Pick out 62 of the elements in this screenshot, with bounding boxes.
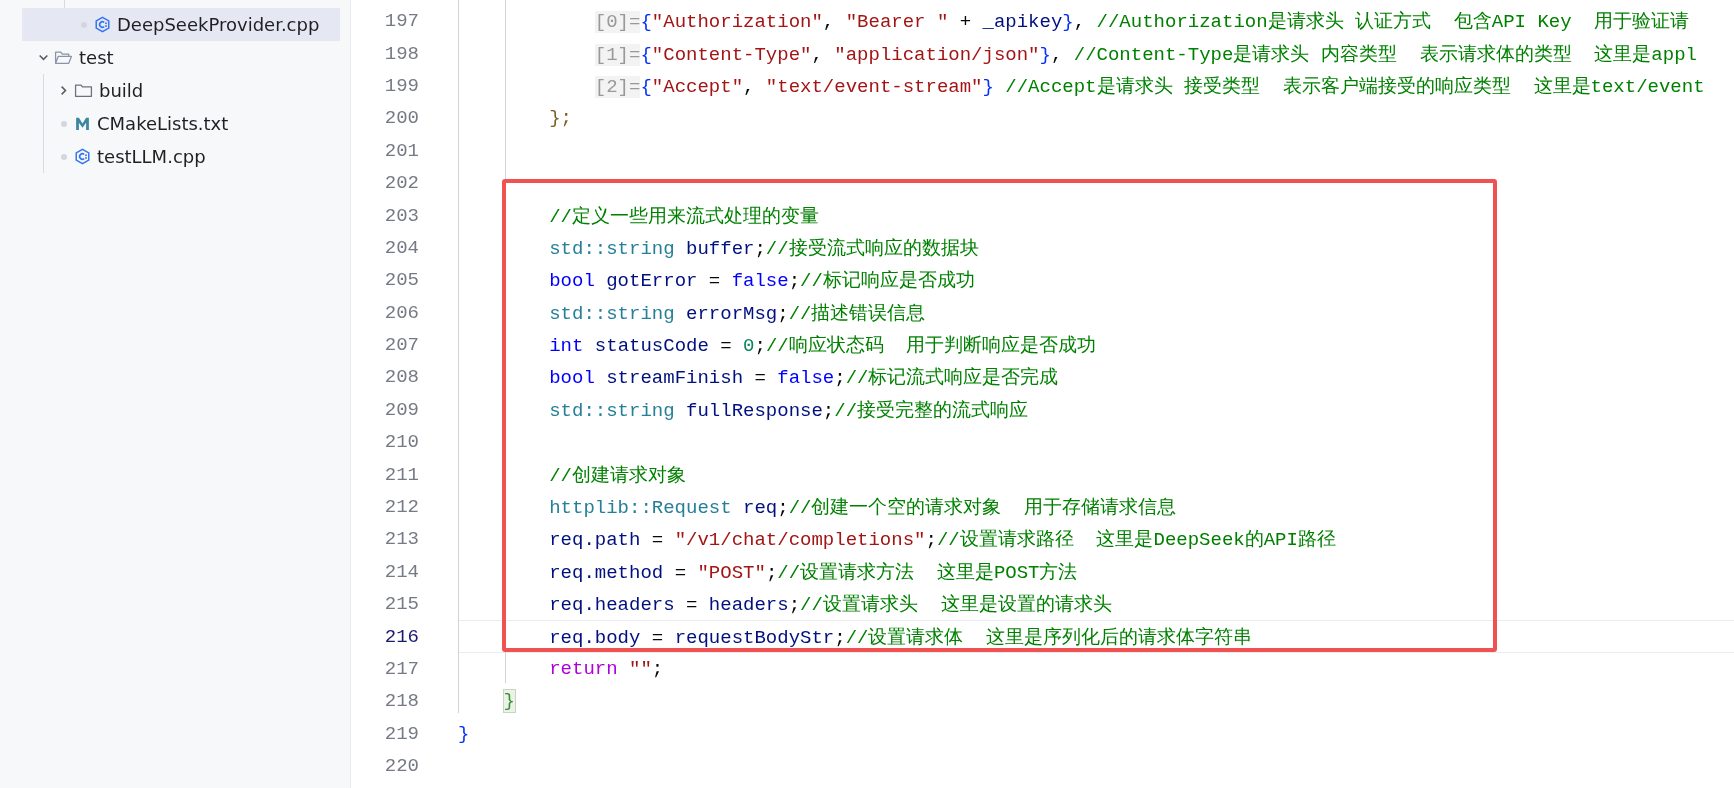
folder-icon: [74, 82, 93, 99]
line-number: 200: [383, 107, 419, 130]
code-line: bool gotError = false;//标记响应是否成功: [549, 269, 975, 294]
code-line: [1]={"Content-Type", "application/json"}, //Content-Type是请求头 内容类型 表示请求体的类型 这里是appl: [594, 42, 1697, 67]
line-number: 203: [383, 204, 419, 227]
line-number: 212: [383, 496, 419, 519]
line-number: 213: [383, 528, 419, 551]
open-folder-icon: [54, 49, 73, 66]
line-number: 205: [383, 269, 419, 292]
line-number: 219: [383, 722, 419, 745]
code-line: int statusCode = 0;//响应状态码 用于判断响应是否成功: [549, 334, 1097, 359]
line-number: 209: [383, 398, 419, 421]
file-name: testLLM.cpp: [97, 146, 206, 167]
line-number: 211: [383, 463, 419, 486]
line-number: 201: [383, 139, 419, 162]
file-tree-item[interactable]: build: [22, 74, 340, 107]
line-number: 215: [383, 593, 419, 616]
line-number: 197: [383, 10, 419, 33]
code-line: std::string errorMsg;//描述错误信息: [549, 301, 926, 326]
file-tree-item[interactable]: testLLM.cpp: [22, 140, 340, 173]
dot-icon: [60, 120, 67, 127]
code-line: }: [458, 722, 470, 745]
chevron-down-icon[interactable]: [38, 52, 49, 63]
cpp-file-icon: [94, 16, 111, 33]
line-number: 208: [383, 366, 419, 389]
line-number: 198: [383, 42, 419, 65]
line-number: 220: [383, 755, 419, 778]
file-name: build: [99, 80, 144, 101]
chevron-right-icon[interactable]: [58, 85, 69, 96]
file-tree-item[interactable]: DeepSeekProvider.cpp: [22, 8, 340, 41]
line-number: 207: [383, 334, 419, 357]
m-logo-icon: [74, 115, 91, 132]
file-tree-item[interactable]: CMakeLists.txt: [22, 107, 340, 140]
line-number: 202: [383, 172, 419, 195]
line-number: 218: [383, 690, 419, 713]
code-line: [2]={"Accept", "text/event-stream"} //Accept是请求头 接受类型 表示客户端接受的响应类型 这里是text/event: [594, 74, 1705, 99]
code-line: };: [549, 107, 572, 130]
file-name: test: [79, 47, 114, 68]
file-name: DeepSeekProvider.cpp: [117, 14, 320, 35]
code-line: [0]={"Authorization", "Bearer " + _apikey}, //Authorization是请求头 认证方式 包含API Key 用于验证请: [594, 10, 1690, 35]
code-line: req.method = "POST";//设置请求方法 这里是POST方法: [549, 560, 1078, 585]
cpp-file-icon: [74, 148, 91, 165]
code-line: req.body = requestBodyStr;//设置请求体 这里是序列化后的请求体字符串: [549, 625, 1253, 650]
line-number: 206: [383, 301, 419, 324]
code-line: std::string fullResponse;//接受完整的流式响应: [549, 398, 1029, 423]
line-number: 210: [383, 431, 419, 454]
code-line: return "";: [549, 658, 664, 680]
line-number: 214: [383, 560, 419, 583]
code-line: httplib::Request req;//创建一个空的请求对象 用于存储请求信息: [549, 496, 1177, 521]
code-line: //定义一些用来流式处理的变量: [549, 204, 819, 229]
code-line: //创建请求对象: [549, 463, 686, 488]
file-tree-item[interactable]: test: [22, 41, 340, 74]
code-line: bool streamFinish = false;//标记流式响应是否完成: [549, 366, 1059, 391]
dot-icon: [60, 153, 67, 160]
line-number: 216: [383, 625, 419, 648]
code-line: std::string buffer;//接受流式响应的数据块: [549, 236, 979, 261]
line-number: 204: [383, 236, 419, 259]
code-line: req.path = "/v1/chat/completions";//设置请求路径 这里是DeepSeek的API路径: [549, 528, 1336, 553]
file-name: CMakeLists.txt: [97, 113, 229, 134]
line-number: 199: [383, 74, 419, 97]
code-line: req.headers = headers;//设置请求头 这里是设置的请求头: [549, 593, 1112, 618]
line-number: 217: [383, 658, 419, 680]
